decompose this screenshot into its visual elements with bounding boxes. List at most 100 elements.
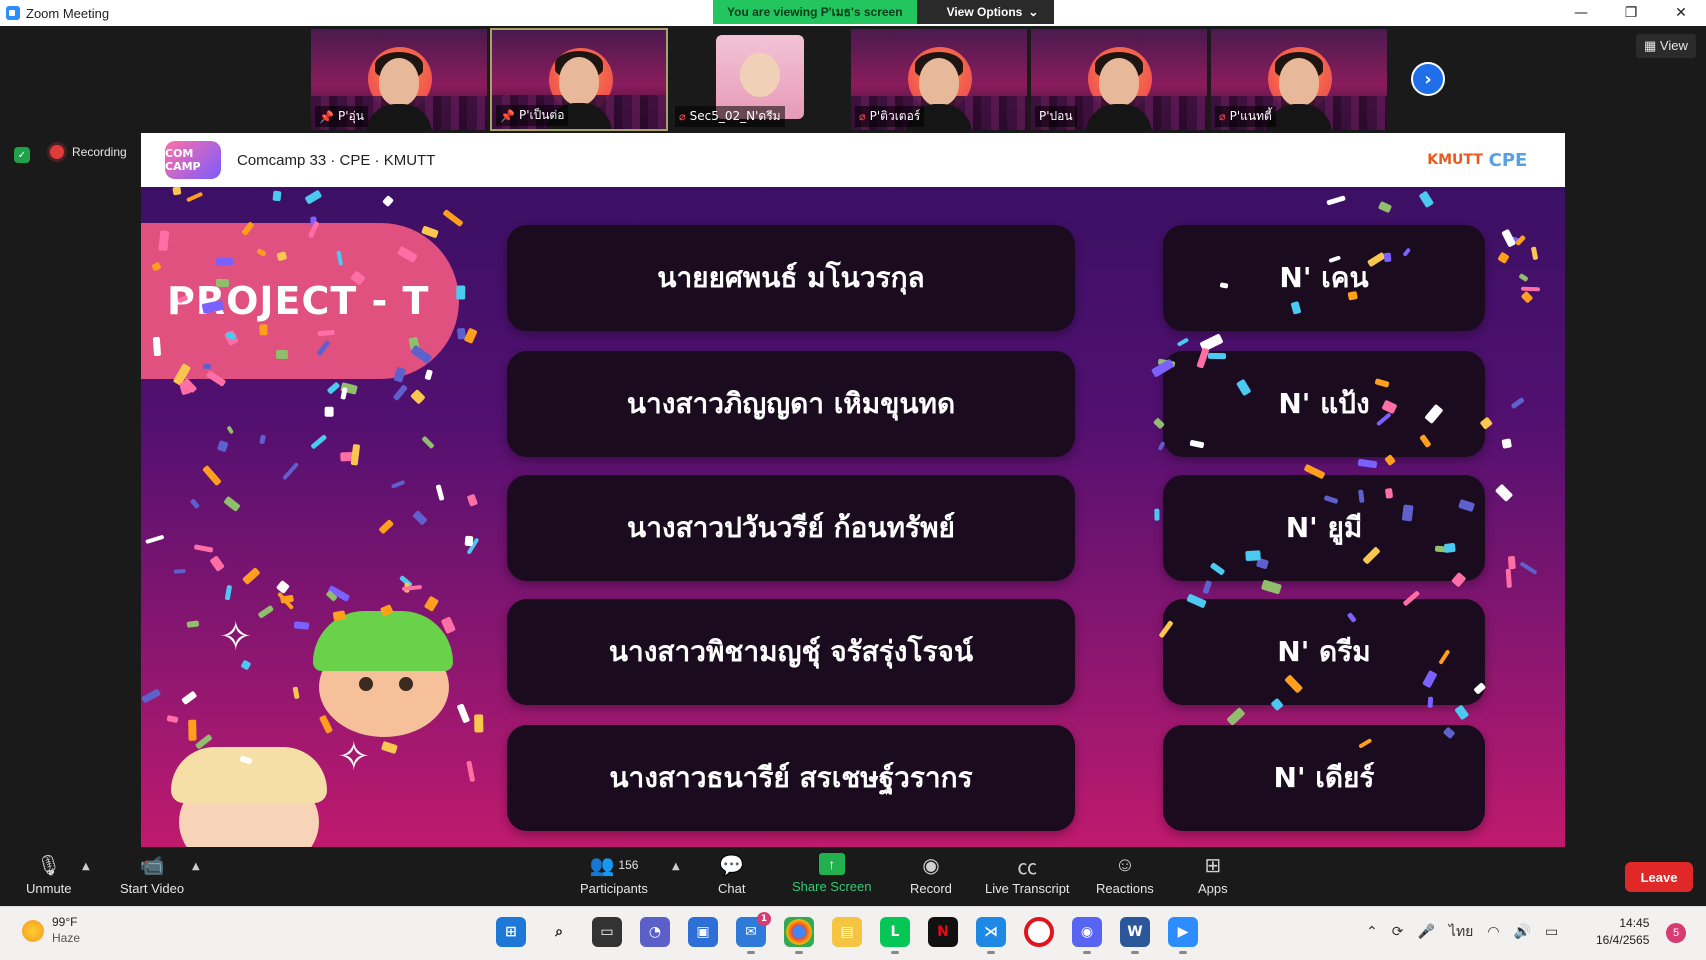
unmute-button[interactable]: 🎙 Unmute	[26, 853, 72, 897]
chevron-up-icon[interactable]: ⌃	[1366, 924, 1378, 940]
line-icon[interactable]: L	[880, 917, 910, 954]
language-indicator[interactable]: ไทย	[1449, 921, 1473, 943]
confetti-piece	[421, 435, 435, 450]
confetti-piece	[382, 194, 395, 207]
confetti-piece	[259, 324, 268, 336]
confetti-piece	[1202, 580, 1213, 594]
word-icon[interactable]: W	[1120, 917, 1150, 954]
zoom-app-icon	[6, 6, 20, 20]
close-button[interactable]: ✕	[1656, 0, 1706, 26]
recording-indicator[interactable]: Recording	[50, 145, 127, 159]
microphone-icon[interactable]: 🎤	[1417, 924, 1434, 940]
pin-icon: 📌	[319, 109, 334, 124]
apps-button[interactable]: ⊞ Apps	[1198, 853, 1228, 897]
record-button[interactable]: ◉ Record	[910, 853, 952, 897]
confetti-piece	[303, 188, 323, 205]
confetti-piece	[157, 230, 170, 251]
taskbar-clock[interactable]: 14:45 16/4/2565	[1596, 915, 1649, 949]
live-transcript-label: Live Transcript	[985, 881, 1070, 896]
chrome-icon[interactable]	[784, 917, 814, 954]
confetti-piece	[456, 703, 471, 724]
member-nickname-box: N' เคน	[1163, 225, 1485, 331]
view-options-button[interactable]: View Options ⌄	[916, 0, 1055, 24]
store-icon[interactable]: ▣	[688, 917, 718, 947]
participants-options-caret[interactable]: ▲	[672, 861, 680, 872]
weather-widget[interactable]: 99°F Haze	[22, 915, 80, 946]
muted-mic-icon: 🎙	[36, 854, 62, 877]
confetti-piece	[1346, 290, 1358, 301]
taskbar-apps: ⊞ ⌕ ▭ ◔ ▣ ✉ 1 ▤ L N ⋊ ◉ W ▶	[496, 912, 1198, 954]
clock-date: 16/4/2565	[1596, 932, 1650, 947]
discord-icon[interactable]: ◉	[1072, 917, 1102, 954]
participant-tile[interactable]: ⌀ P'แนทตี้	[1210, 28, 1388, 131]
participant-tile[interactable]: P'ปอน	[1030, 28, 1208, 131]
confetti-piece	[258, 605, 275, 619]
weather-sun-icon	[22, 919, 44, 942]
confetti-piece	[1378, 200, 1393, 213]
slide: PROJECT - T นายยศพนธ์ มโนวรกุล N' เคน นา…	[141, 187, 1565, 847]
participant-gallery: 📌 P'อุ่น 📌 P'เป็นต่อ ⌀ Sec5_02_N'ดรีม ⌀ …	[310, 28, 1388, 131]
confetti-piece	[222, 495, 241, 513]
confetti-piece	[166, 714, 179, 723]
record-label: Record	[910, 881, 952, 896]
battery-icon[interactable]: ▭	[1545, 924, 1558, 940]
confetti-piece	[282, 461, 300, 481]
wifi-icon[interactable]: ◠	[1487, 924, 1499, 940]
chat-button[interactable]: 💬 Chat	[718, 853, 745, 897]
confetti-piece	[1326, 195, 1346, 206]
volume-icon[interactable]: 🔊	[1514, 924, 1531, 940]
confetti-piece	[466, 493, 479, 506]
participant-tile-active-speaker[interactable]: 📌 P'เป็นต่อ	[490, 28, 668, 131]
participants-button[interactable]: 👥 156 Participants	[580, 853, 648, 897]
notification-badge[interactable]: 5	[1666, 923, 1686, 943]
confetti-piece	[326, 381, 341, 395]
sync-icon[interactable]: ⟳	[1392, 924, 1404, 940]
confetti-piece	[340, 387, 348, 400]
start-video-button[interactable]: 📹 Start Video	[120, 853, 185, 897]
confetti-piece	[1521, 286, 1541, 291]
reactions-button[interactable]: ☺ Reactions	[1096, 853, 1154, 897]
zoom-taskbar-icon[interactable]: ▶	[1168, 917, 1198, 954]
confetti-piece	[203, 363, 212, 370]
opera-icon[interactable]	[1024, 917, 1054, 947]
live-transcript-button[interactable]: ㏄ Live Transcript	[985, 853, 1070, 897]
view-options-label: View Options	[946, 5, 1023, 19]
confetti-piece	[331, 609, 346, 621]
system-tray: ⌃ ⟳ 🎤 ไทย ◠ 🔊 ▭	[1366, 921, 1558, 943]
mail-icon[interactable]: ✉ 1	[736, 912, 771, 954]
participant-tile[interactable]: ⌀ Sec5_02_N'ดรีม	[670, 28, 848, 131]
gallery-next-button[interactable]: ›	[1411, 62, 1445, 96]
participant-tile[interactable]: 📌 P'อุ่น	[310, 28, 488, 131]
video-options-caret[interactable]: ▲	[192, 861, 200, 872]
share-screen-label: Share Screen	[792, 879, 872, 894]
file-explorer-icon[interactable]: ▤	[832, 917, 862, 947]
minimize-button[interactable]: —	[1556, 0, 1606, 26]
confetti-piece	[240, 659, 252, 671]
search-icon[interactable]: ⌕	[544, 917, 574, 947]
confetti-piece	[1453, 704, 1469, 721]
member-name-box: นางสาวภิญญดา เหิมขุนทด	[507, 351, 1075, 457]
share-screen-button[interactable]: ↑ Share Screen	[792, 853, 872, 894]
task-view-icon[interactable]: ▭	[592, 917, 622, 947]
vscode-icon[interactable]: ⋊	[976, 917, 1006, 954]
leave-button[interactable]: Leave	[1625, 862, 1693, 892]
confetti-piece	[466, 760, 476, 783]
teams-chat-icon[interactable]: ◔	[640, 917, 670, 947]
confetti-piece	[215, 257, 234, 267]
confetti-piece	[1208, 352, 1226, 359]
shared-screen-header: COM CAMP Comcamp 33 · CPE · KMUTT KMUTT …	[141, 133, 1565, 187]
confetti-piece	[188, 719, 197, 741]
participant-tile[interactable]: ⌀ P'ติวเตอร์	[850, 28, 1028, 131]
confetti-piece	[1495, 483, 1514, 502]
confetti-piece	[378, 518, 395, 535]
windows-taskbar: 99°F Haze ⊞ ⌕ ▭ ◔ ▣ ✉ 1 ▤ L N ⋊ ◉ W ▶ ⌃ ⟳…	[0, 906, 1706, 960]
netflix-icon[interactable]: N	[928, 917, 958, 947]
participant-nametag: ⌀ Sec5_02_N'ดรีม	[675, 106, 785, 127]
view-button[interactable]: ▦ View	[1636, 34, 1696, 58]
clock-time: 14:45	[1619, 916, 1650, 930]
windows-start-icon[interactable]: ⊞	[496, 917, 526, 947]
audio-options-caret[interactable]: ▲	[82, 861, 90, 872]
restore-button[interactable]: ❐	[1606, 0, 1656, 26]
encryption-shield-icon[interactable]: ✓	[14, 147, 30, 163]
start-video-label: Start Video	[120, 881, 185, 896]
